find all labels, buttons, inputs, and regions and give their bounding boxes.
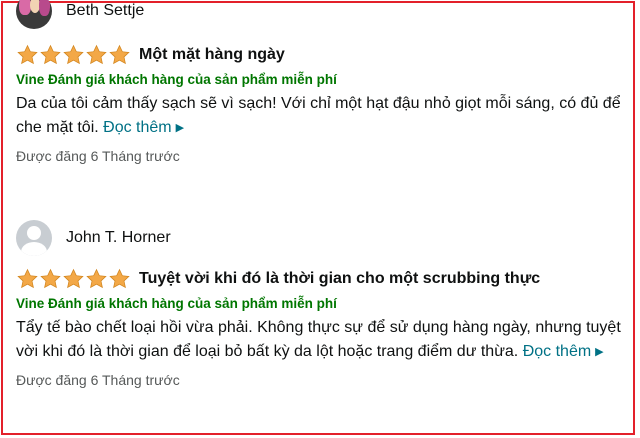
star-icon [86, 44, 107, 65]
vine-badge: Vine Đánh giá khách hàng của sản phẩm mi… [16, 296, 630, 311]
read-more-label[interactable]: Đọc thêm [103, 119, 171, 136]
review-body: Da của tôi cảm thấy sạch sẽ vì sạch! Với… [16, 92, 630, 140]
review-card: Beth Settje Một mặt hàng ngày Vine Đánh … [16, 0, 630, 164]
star-icon [86, 268, 107, 289]
read-more-label[interactable]: Đọc thêm [523, 343, 591, 360]
reviewer-profile[interactable]: John T. Horner [16, 220, 630, 256]
review-body: Tẩy tế bào chết loại hồi vừa phải. Không… [16, 316, 630, 364]
reviewer-profile[interactable]: Beth Settje [16, 0, 630, 34]
reviewer-name[interactable]: John T. Horner [66, 229, 171, 247]
star-icon [63, 44, 84, 65]
star-icon [109, 268, 130, 289]
star-rating[interactable] [16, 44, 131, 66]
star-icon [17, 268, 38, 289]
reviewer-name[interactable]: Beth Settje [66, 2, 144, 20]
star-icon [63, 268, 84, 289]
star-rating[interactable] [16, 268, 131, 290]
read-more-link[interactable]: Đọc thêm ▶ [523, 343, 604, 360]
star-icon [40, 268, 61, 289]
review-date: Được đăng 6 Tháng trước [16, 372, 180, 388]
read-more-link[interactable]: Đọc thêm ▶ [103, 119, 184, 136]
avatar[interactable] [16, 0, 52, 29]
review-title[interactable]: Một mặt hàng ngày [139, 46, 285, 64]
review-title[interactable]: Tuyệt vời khi đó là thời gian cho một sc… [139, 270, 540, 288]
star-icon [109, 44, 130, 65]
user-icon [27, 226, 41, 240]
avatar[interactable] [16, 220, 52, 256]
star-icon [40, 44, 61, 65]
review-card: John T. Horner Tuyệt vời khi đó là thời … [16, 218, 630, 388]
review-date: Được đăng 6 Tháng trước [16, 148, 180, 164]
chevron-right-icon: ▶ [595, 346, 604, 358]
vine-label: Vine Đánh giá khách hàng của sản phẩm mi… [16, 72, 337, 87]
vine-label: Vine Đánh giá khách hàng của sản phẩm mi… [16, 296, 337, 311]
vine-badge: Vine Đánh giá khách hàng của sản phẩm mi… [16, 72, 630, 87]
star-icon [17, 44, 38, 65]
chevron-right-icon: ▶ [175, 122, 185, 134]
